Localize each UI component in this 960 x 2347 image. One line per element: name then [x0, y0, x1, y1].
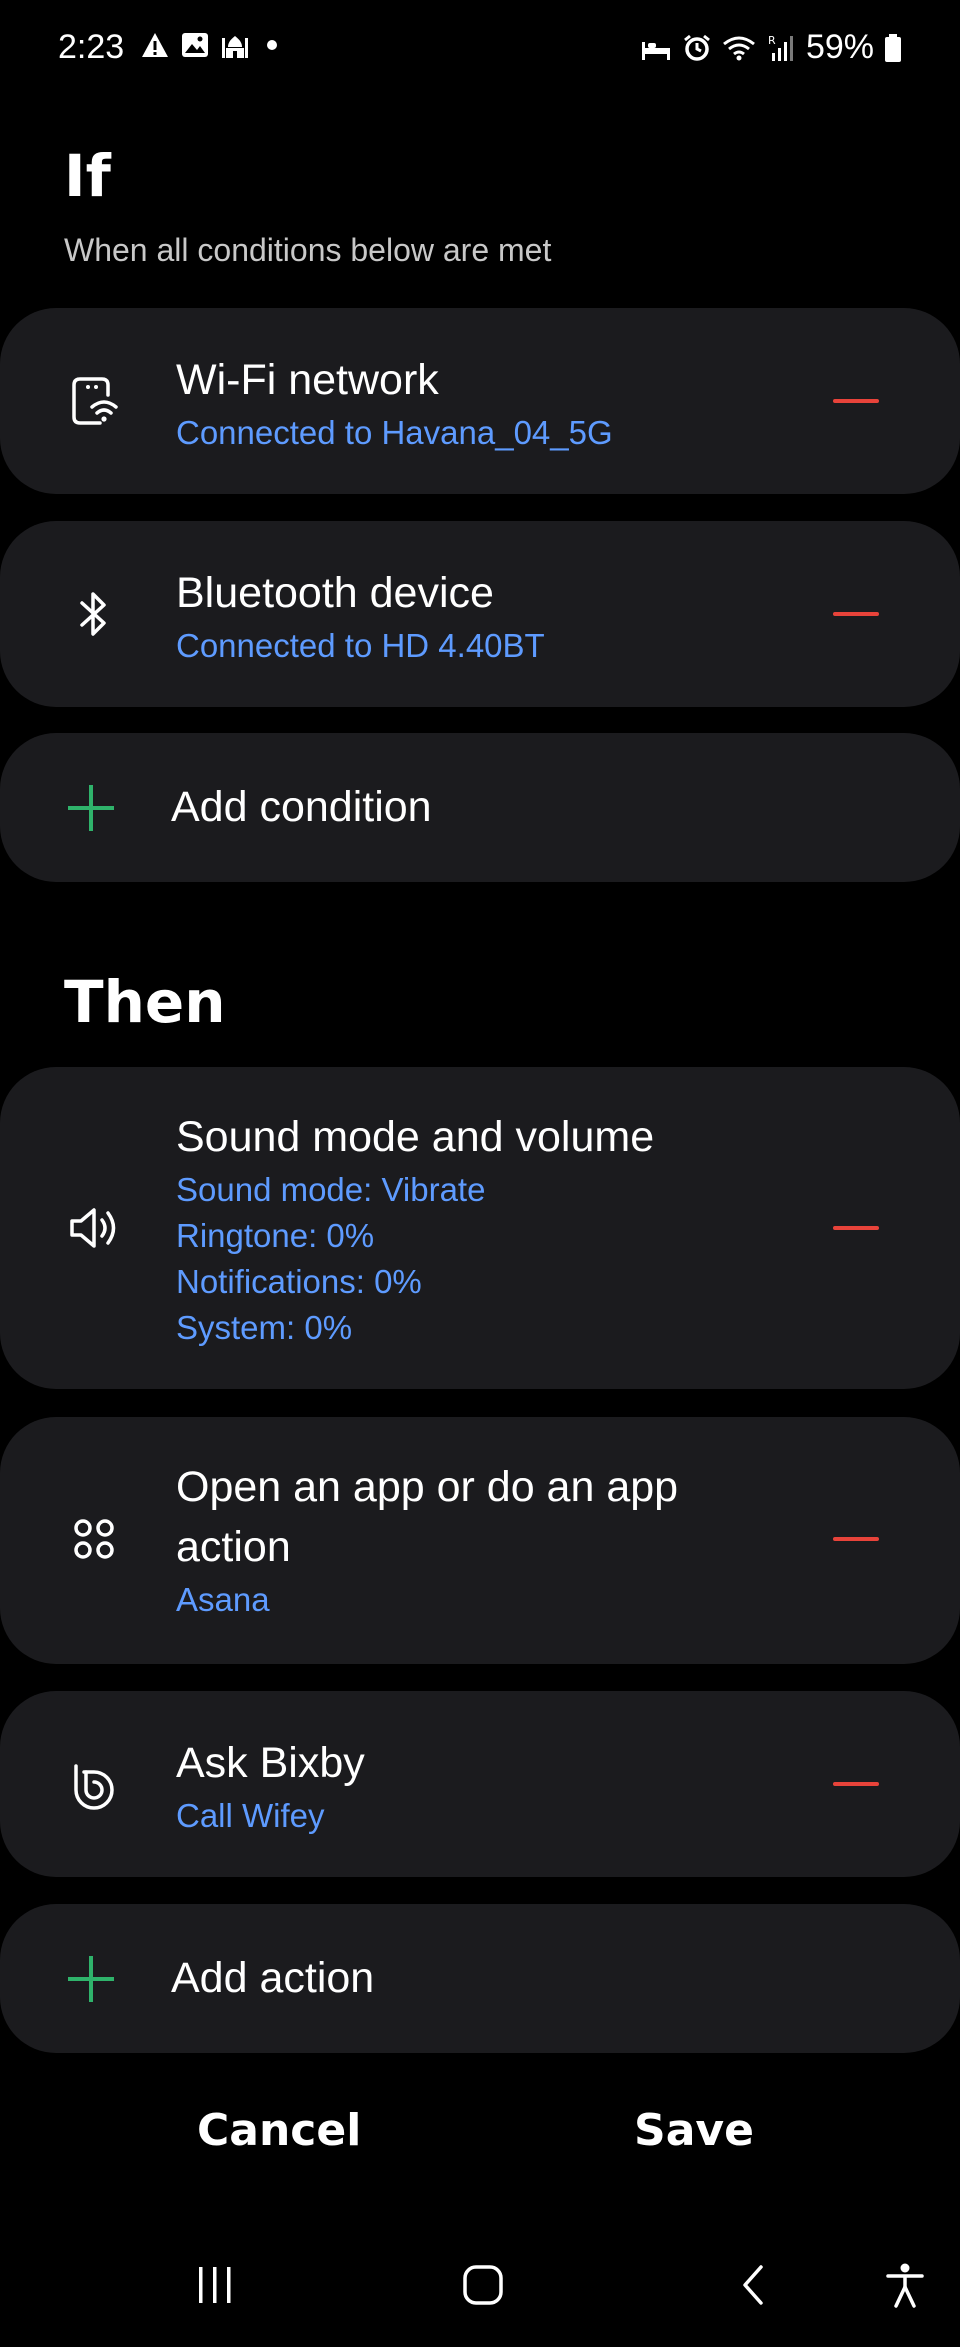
action-detail: Asana: [176, 1581, 270, 1618]
add-action-label: Add action: [171, 1954, 375, 2002]
battery-level: 59%: [805, 28, 874, 66]
home-icon: [463, 2265, 503, 2305]
wifi-icon: [723, 36, 755, 60]
condition-title: Bluetooth device: [176, 569, 494, 617]
minus-icon: [833, 1782, 879, 1786]
signal-icon: R: [768, 34, 793, 61]
if-section-title: If: [64, 142, 111, 210]
alarm-icon: [684, 34, 710, 61]
if-section-subtitle: When all conditions below are met: [64, 232, 552, 268]
back-button[interactable]: [710, 2240, 800, 2330]
status-time: 2:23: [58, 28, 125, 66]
add-condition-label: Add condition: [171, 783, 432, 831]
status-bar: 2:23 R 59%: [0, 0, 960, 100]
recent-apps-icon: [199, 2267, 231, 2303]
action-card-sound[interactable]: Sound mode and volume Sound mode: Vibrat…: [0, 1067, 960, 1389]
wifi-phone-icon: [66, 373, 122, 429]
minus-icon: [833, 399, 879, 403]
remove-condition-wifi-button[interactable]: [832, 381, 880, 421]
sleep-icon: [641, 41, 670, 60]
condition-detail: Connected to Havana_04_5G: [176, 414, 613, 451]
action-detail: Ringtone: 0%: [176, 1217, 375, 1254]
condition-card-bluetooth[interactable]: Bluetooth device Connected to HD 4.40BT: [0, 521, 960, 707]
condition-card-wifi[interactable]: Wi-Fi network Connected to Havana_04_5G: [0, 308, 960, 494]
minus-icon: [833, 1537, 879, 1541]
recent-apps-button[interactable]: [170, 2240, 260, 2330]
condition-text-wifi: Wi-Fi network Connected to Havana_04_5G: [176, 350, 780, 456]
warning-icon: [142, 33, 168, 57]
condition-text-bluetooth: Bluetooth device Connected to HD 4.40BT: [176, 563, 780, 669]
speaker-icon: [66, 1200, 122, 1256]
action-title-line-2: action: [176, 1523, 291, 1571]
remove-condition-bluetooth-button[interactable]: [832, 594, 880, 634]
action-title-line-1: Open an app or do an app: [176, 1463, 679, 1511]
home-button[interactable]: [438, 2240, 528, 2330]
action-title: Ask Bixby: [176, 1739, 365, 1787]
action-detail: Notifications: 0%: [176, 1263, 422, 1300]
remove-action-sound-button[interactable]: [832, 1208, 880, 1248]
bluetooth-icon: [66, 586, 122, 642]
dot-icon: [267, 40, 277, 50]
system-navigation-bar: [0, 2240, 960, 2347]
status-notification-icons: [140, 30, 280, 60]
image-icon: [182, 33, 208, 57]
back-icon: [743, 2265, 763, 2305]
cancel-button[interactable]: Cancel: [197, 2105, 361, 2156]
action-detail: Call Wifey: [176, 1797, 325, 1834]
condition-detail: Connected to HD 4.40BT: [176, 627, 545, 664]
svg-text:R: R: [768, 34, 776, 47]
bixby-icon: [66, 1756, 122, 1812]
save-button[interactable]: Save: [634, 2105, 754, 2156]
apps-icon: [66, 1511, 122, 1567]
action-detail: System: 0%: [176, 1309, 353, 1346]
minus-icon: [833, 612, 879, 616]
plus-icon: [68, 1956, 114, 2002]
action-title: Sound mode and volume: [176, 1113, 655, 1161]
condition-title: Wi-Fi network: [176, 356, 439, 404]
accessibility-icon: [886, 2263, 924, 2308]
status-system-icons: R 59%: [640, 28, 902, 67]
then-section-title: Then: [64, 968, 226, 1036]
mosque-icon: [222, 36, 248, 58]
remove-action-open-app-button[interactable]: [832, 1519, 880, 1559]
action-card-bixby[interactable]: Ask Bixby Call Wifey: [0, 1691, 960, 1877]
accessibility-button[interactable]: [860, 2240, 950, 2330]
minus-icon: [833, 1226, 879, 1230]
action-text-bixby: Ask Bixby Call Wifey: [176, 1733, 780, 1839]
plus-icon: [68, 785, 114, 831]
add-condition-button[interactable]: Add condition: [0, 733, 960, 882]
add-action-button[interactable]: Add action: [0, 1904, 960, 2053]
remove-action-bixby-button[interactable]: [832, 1764, 880, 1804]
action-detail: Sound mode: Vibrate: [176, 1171, 486, 1208]
action-card-open-app[interactable]: Open an app or do an app action Asana: [0, 1417, 960, 1664]
battery-icon: [885, 33, 901, 62]
action-text-open-app: Open an app or do an app action Asana: [176, 1457, 780, 1623]
action-text-sound: Sound mode and volume Sound mode: Vibrat…: [176, 1107, 780, 1351]
